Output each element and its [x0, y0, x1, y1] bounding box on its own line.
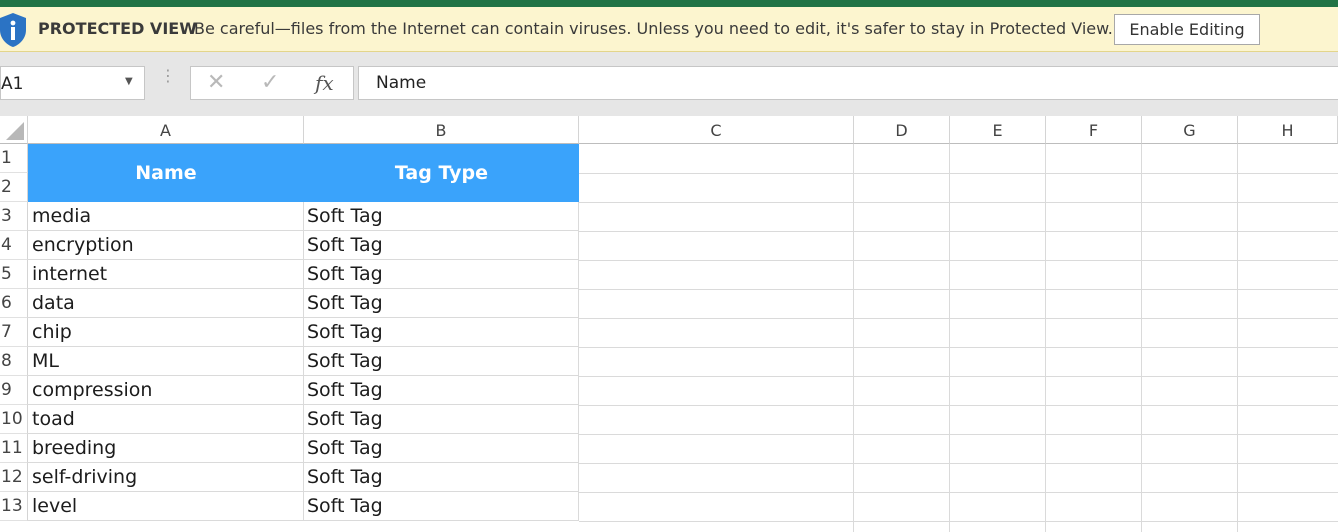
row-header[interactable]: 4 [0, 231, 28, 260]
column-header-d[interactable]: D [854, 116, 950, 144]
drag-handle-icon[interactable]: ⋮ [160, 68, 176, 84]
formula-bar: A1 ▼ ⋮ ✕ ✓ fx [0, 52, 1338, 116]
column-header-f[interactable]: F [1046, 116, 1142, 144]
cell-name[interactable]: media [28, 202, 304, 231]
name-box[interactable]: A1 ▼ [0, 66, 145, 100]
cell-tag-type[interactable]: Soft Tag [304, 376, 579, 405]
cell-tag-type[interactable]: Soft Tag [304, 405, 579, 434]
row-header[interactable]: 3 [0, 202, 28, 231]
cancel-icon[interactable]: ✕ [207, 70, 225, 95]
cell-tag-type[interactable]: Soft Tag [304, 318, 579, 347]
header-cell-tag-type[interactable]: Tag Type [304, 144, 579, 202]
protected-view-bar: PROTECTED VIEW Be careful—files from the… [0, 7, 1338, 52]
column-header-c[interactable]: C [579, 116, 854, 144]
column-header-e[interactable]: E [950, 116, 1046, 144]
cell-name[interactable]: compression [28, 376, 304, 405]
cell-name[interactable]: encryption [28, 231, 304, 260]
enable-editing-button[interactable]: Enable Editing [1114, 14, 1260, 45]
row-header[interactable]: 7 [0, 318, 28, 347]
row-header[interactable]: 2 [0, 173, 28, 202]
cell-name[interactable]: level [28, 492, 304, 521]
protected-view-message: Be careful—files from the Internet can c… [194, 19, 1113, 38]
row-header[interactable]: 5 [0, 260, 28, 289]
header-cell-name[interactable]: Name [28, 144, 304, 202]
column-header-g[interactable]: G [1142, 116, 1238, 144]
chevron-down-icon[interactable]: ▼ [125, 76, 133, 87]
cell-tag-type[interactable]: Soft Tag [304, 434, 579, 463]
cell-tag-type[interactable]: Soft Tag [304, 347, 579, 376]
row-header[interactable]: 1 [0, 144, 28, 173]
cell-tag-type[interactable]: Soft Tag [304, 231, 579, 260]
title-strip [0, 0, 1338, 7]
cell-name[interactable]: internet [28, 260, 304, 289]
column-header-a[interactable]: A [28, 116, 304, 144]
formula-buttons: ✕ ✓ fx [190, 66, 354, 100]
row-header[interactable]: 6 [0, 289, 28, 318]
cell-name[interactable]: ML [28, 347, 304, 376]
cell-tag-type[interactable]: Soft Tag [304, 463, 579, 492]
name-box-value: A1 [1, 74, 24, 94]
cell-name[interactable]: toad [28, 405, 304, 434]
cell-name[interactable]: chip [28, 318, 304, 347]
formula-input[interactable] [358, 66, 1338, 100]
column-header-b[interactable]: B [304, 116, 579, 144]
cell-tag-type[interactable]: Soft Tag [304, 492, 579, 521]
row-header[interactable]: 12 [0, 463, 28, 492]
column-header-h[interactable]: H [1238, 116, 1338, 144]
cell-tag-type[interactable]: Soft Tag [304, 260, 579, 289]
row-header[interactable]: 10 [0, 405, 28, 434]
cell-tag-type[interactable]: Soft Tag [304, 202, 579, 231]
row-header[interactable]: 11 [0, 434, 28, 463]
select-all-corner[interactable] [0, 116, 28, 144]
spreadsheet-grid: A B C D E F G H 1 2 3 4 5 6 7 8 9 10 11 … [0, 116, 1338, 532]
cell-name[interactable]: self-driving [28, 463, 304, 492]
cell-name[interactable]: breeding [28, 434, 304, 463]
cell-tag-type[interactable]: Soft Tag [304, 289, 579, 318]
cell-name[interactable]: data [28, 289, 304, 318]
info-shield-icon [0, 13, 26, 47]
row-header[interactable]: 13 [0, 492, 28, 521]
row-header[interactable]: 8 [0, 347, 28, 376]
insert-function-icon[interactable]: fx [315, 71, 334, 95]
protected-view-title: PROTECTED VIEW [38, 19, 197, 38]
check-icon[interactable]: ✓ [261, 70, 279, 95]
row-header[interactable]: 9 [0, 376, 28, 405]
